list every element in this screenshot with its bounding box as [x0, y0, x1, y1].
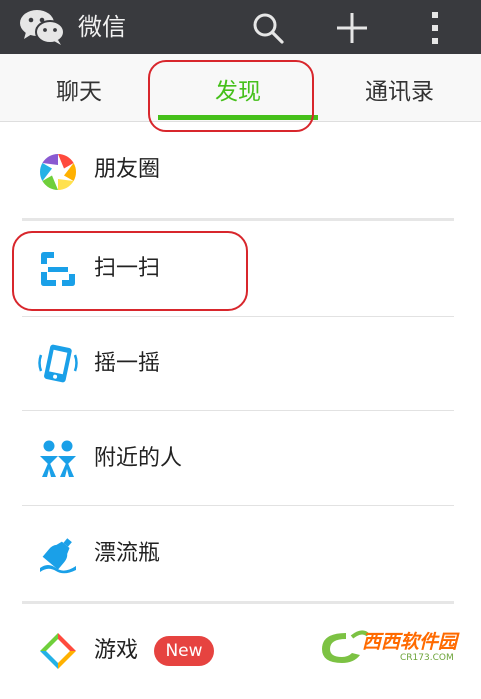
app-title: 微信	[78, 13, 126, 41]
people-nearby-icon	[40, 440, 76, 477]
list-item-moments[interactable]: 朋友圈	[0, 122, 481, 217]
list-item-drift-bottle[interactable]: 漂流瓶	[0, 506, 481, 601]
list-item-label: 游戏	[94, 638, 139, 663]
list-item-label: 附近的人	[94, 446, 183, 471]
watermark-subtext: CR173.COM	[400, 653, 454, 663]
watermark-text: 西西软件园	[362, 631, 458, 653]
list-item-label: 摇一摇	[94, 351, 161, 376]
app-header: 微信	[0, 0, 481, 54]
shake-icon	[38, 344, 78, 383]
list-item-people-nearby[interactable]: 附近的人	[0, 411, 481, 506]
drift-bottle-icon	[40, 538, 76, 574]
tab-chats[interactable]: 聊天	[0, 54, 158, 122]
annotation-circle-scan	[12, 231, 248, 311]
add-icon[interactable]	[332, 8, 372, 48]
new-badge: New	[154, 636, 214, 666]
search-icon[interactable]	[250, 10, 286, 46]
list-item-label: 漂流瓶	[94, 541, 161, 566]
more-options-icon[interactable]	[424, 10, 446, 46]
tab-contacts[interactable]: 通讯录	[318, 54, 481, 122]
games-icon	[40, 633, 76, 669]
moments-icon	[39, 154, 77, 190]
wechat-logo-icon	[20, 10, 65, 45]
list-item-shake[interactable]: 摇一摇	[0, 317, 481, 412]
list-item-label: 朋友圈	[94, 157, 161, 182]
